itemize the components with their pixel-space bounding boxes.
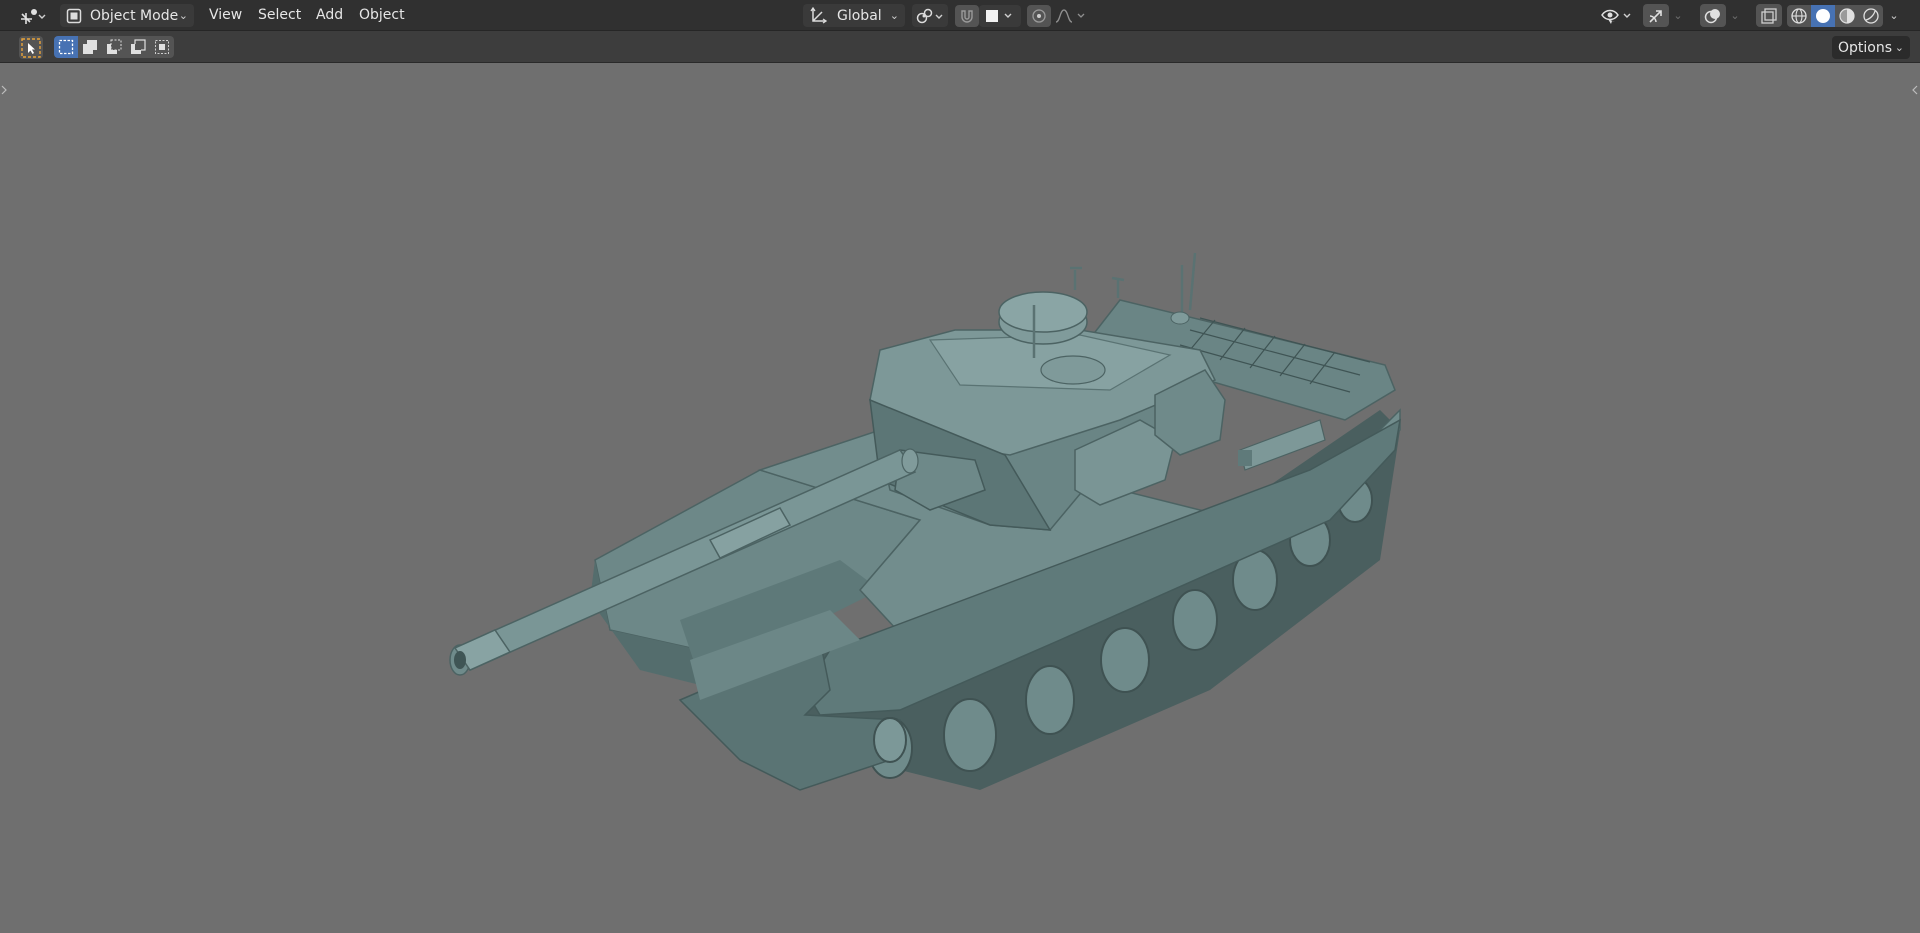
toolbar-region-toggle[interactable] [0, 81, 8, 99]
rendered-shading-icon [1862, 7, 1880, 25]
select-mode-new[interactable] [54, 36, 78, 58]
menu-select[interactable]: Select [258, 5, 301, 26]
chevron-down-icon: ⌄ [1673, 9, 1683, 22]
select-cursor-icon [20, 37, 42, 59]
3d-viewport[interactable] [0, 63, 1920, 933]
transform-gizmo-icon [18, 7, 46, 25]
selectability-visibility-dropdown[interactable] [1598, 4, 1636, 27]
snap-target-dropdown[interactable] [979, 5, 1021, 27]
pivot-point-dropdown[interactable] [912, 4, 948, 27]
viewport-header: Object Mode ⌄ View Select Add Object Glo… [0, 0, 1920, 31]
active-tool-button[interactable] [19, 36, 43, 59]
shading-rendered-button[interactable] [1859, 5, 1883, 27]
gizmo-arrow-icon [1647, 7, 1665, 25]
object-mode-icon [66, 8, 82, 24]
select-mode-intersect[interactable] [150, 36, 174, 58]
orientation-label: Global [837, 7, 882, 24]
mode-label: Object Mode [90, 7, 179, 24]
snap-magnet-icon [959, 8, 975, 24]
select-mode-invert[interactable] [126, 36, 150, 58]
overlays-toggle[interactable] [1700, 4, 1726, 27]
falloff-dropdown[interactable] [1052, 5, 1090, 27]
chevron-down-icon: ⌄ [1894, 41, 1904, 54]
select-extend-icon [82, 39, 98, 55]
select-mode-subtract[interactable] [102, 36, 126, 58]
overlay-circles-icon [1704, 7, 1722, 25]
options-dropdown[interactable]: Options ⌄ [1832, 36, 1910, 59]
editor-type-button[interactable] [14, 4, 50, 27]
shading-wireframe-button[interactable] [1787, 5, 1811, 27]
material-preview-icon [1838, 7, 1856, 25]
snap-toggle[interactable] [955, 5, 979, 27]
chevron-right-icon [0, 81, 8, 99]
eye-selectable-icon [1600, 7, 1634, 25]
shading-options-dropdown[interactable]: ⌄ [1885, 4, 1903, 27]
chevron-down-icon: ⌄ [1889, 9, 1899, 22]
shading-material-button[interactable] [1835, 5, 1859, 27]
xray-toggle-icon [1760, 7, 1778, 25]
pivot-point-icon [915, 8, 945, 24]
orientation-axes-icon [809, 6, 827, 25]
chevron-left-icon [1910, 81, 1920, 99]
options-label: Options [1838, 39, 1893, 56]
chevron-down-icon: ⌄ [889, 9, 899, 22]
proportional-editing-icon [1031, 8, 1047, 24]
select-new-icon [58, 39, 74, 55]
solid-shading-icon [1814, 7, 1832, 25]
mode-dropdown[interactable]: Object Mode ⌄ [60, 4, 194, 27]
gizmo-toggle[interactable] [1643, 4, 1669, 27]
shading-solid-button[interactable] [1811, 5, 1835, 27]
menu-add[interactable]: Add [316, 5, 343, 26]
menu-view[interactable]: View [209, 5, 242, 26]
sidebar-region-toggle[interactable] [1910, 81, 1920, 99]
xray-toggle[interactable] [1756, 4, 1782, 27]
select-invert-icon [130, 39, 146, 55]
wireframe-shading-icon [1790, 7, 1808, 25]
select-mode-extend[interactable] [78, 36, 102, 58]
snap-increment-icon [983, 8, 1017, 24]
select-intersect-icon [154, 39, 170, 55]
menu-object[interactable]: Object [359, 5, 405, 26]
tank-model[interactable] [440, 243, 1420, 883]
chevron-down-icon: ⌄ [1730, 9, 1740, 22]
overlays-dropdown[interactable]: ⌄ [1727, 4, 1743, 27]
falloff-curve-icon [1054, 8, 1088, 24]
chevron-down-icon: ⌄ [178, 9, 188, 22]
gizmo-dropdown[interactable]: ⌄ [1670, 4, 1686, 27]
select-subtract-icon [106, 39, 122, 55]
tool-settings-bar: Options ⌄ [0, 31, 1920, 63]
transform-orientation-dropdown[interactable]: Global ⌄ [803, 4, 905, 27]
proportional-editing-toggle[interactable] [1027, 5, 1051, 27]
